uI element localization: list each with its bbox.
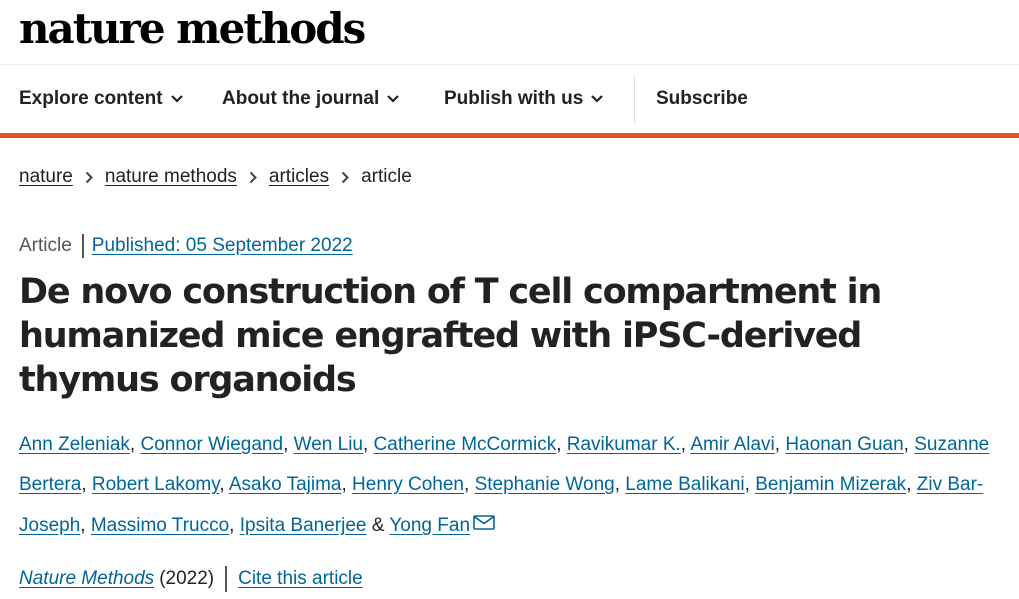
- mail-icon[interactable]: [473, 505, 495, 545]
- author-link[interactable]: Ravikumar K.: [567, 434, 681, 455]
- breadcrumb-current: article: [361, 166, 412, 187]
- nav-publish-with-us[interactable]: Publish with us: [444, 65, 604, 133]
- author-link-corresponding[interactable]: Yong Fan: [389, 515, 470, 536]
- journal-link[interactable]: Nature Methods: [19, 568, 154, 590]
- article-meta: Article Published: 05 September 2022: [19, 234, 353, 258]
- author-link[interactable]: Henry Cohen: [352, 474, 464, 495]
- author-link[interactable]: Lame Balikani: [625, 474, 744, 495]
- author-link[interactable]: Ipsita Banerjee: [240, 515, 367, 536]
- nav-explore-content[interactable]: Explore content: [19, 65, 183, 133]
- author-link[interactable]: Asako Tajima: [229, 474, 342, 495]
- published-date[interactable]: Published: 05 September 2022: [92, 235, 353, 257]
- subscribe-label: Subscribe: [656, 88, 748, 109]
- nav-publish-label: Publish with us: [444, 88, 584, 109]
- breadcrumb-nature-methods[interactable]: nature methods: [105, 164, 237, 190]
- nav-about-label: About the journal: [222, 88, 380, 109]
- publication-year: (2022): [159, 568, 215, 589]
- site-header: nature methods: [0, 0, 1019, 65]
- nav-divider: [634, 75, 635, 123]
- author-link[interactable]: Stephanie Wong: [475, 474, 615, 495]
- chevron-right-icon: [249, 171, 257, 184]
- author-link[interactable]: Robert Lakomy: [92, 474, 219, 495]
- chevron-down-icon: [591, 95, 604, 103]
- breadcrumb-nature[interactable]: nature: [19, 164, 73, 190]
- nav-explore-label: Explore content: [19, 88, 163, 109]
- author-link[interactable]: Catherine McCormick: [374, 434, 557, 455]
- citation-divider: [225, 566, 228, 592]
- subscribe-link[interactable]: Subscribe: [656, 65, 748, 133]
- citation-bar: Nature Methods (2022) Cite this article: [19, 566, 363, 592]
- article-title: De novo construction of T cell compartme…: [19, 272, 882, 400]
- author-list: Ann Zeleniak, Connor Wiegand, Wen Liu, C…: [19, 425, 1009, 546]
- article-type: Article: [19, 234, 84, 258]
- author-link[interactable]: Ann Zeleniak: [19, 434, 130, 455]
- cite-this-article-link[interactable]: Cite this article: [238, 568, 363, 590]
- author-link[interactable]: Benjamin Mizerak: [755, 474, 906, 495]
- site-logo[interactable]: nature methods: [19, 2, 366, 56]
- chevron-down-icon: [170, 95, 183, 103]
- breadcrumb: nature nature methods articles article: [19, 164, 412, 190]
- author-link[interactable]: Wen Liu: [294, 434, 363, 455]
- main-nav: Explore content About the journal Publis…: [0, 65, 1019, 138]
- author-link[interactable]: Massimo Trucco: [91, 515, 229, 536]
- author-link[interactable]: Haonan Guan: [785, 434, 903, 455]
- nav-about-journal[interactable]: About the journal: [222, 65, 400, 133]
- chevron-down-icon: [387, 95, 400, 103]
- chevron-right-icon: [85, 171, 93, 184]
- author-link[interactable]: Amir Alavi: [690, 434, 774, 455]
- author-link[interactable]: Connor Wiegand: [140, 434, 283, 455]
- breadcrumb-articles[interactable]: articles: [269, 164, 329, 190]
- chevron-right-icon: [341, 171, 350, 184]
